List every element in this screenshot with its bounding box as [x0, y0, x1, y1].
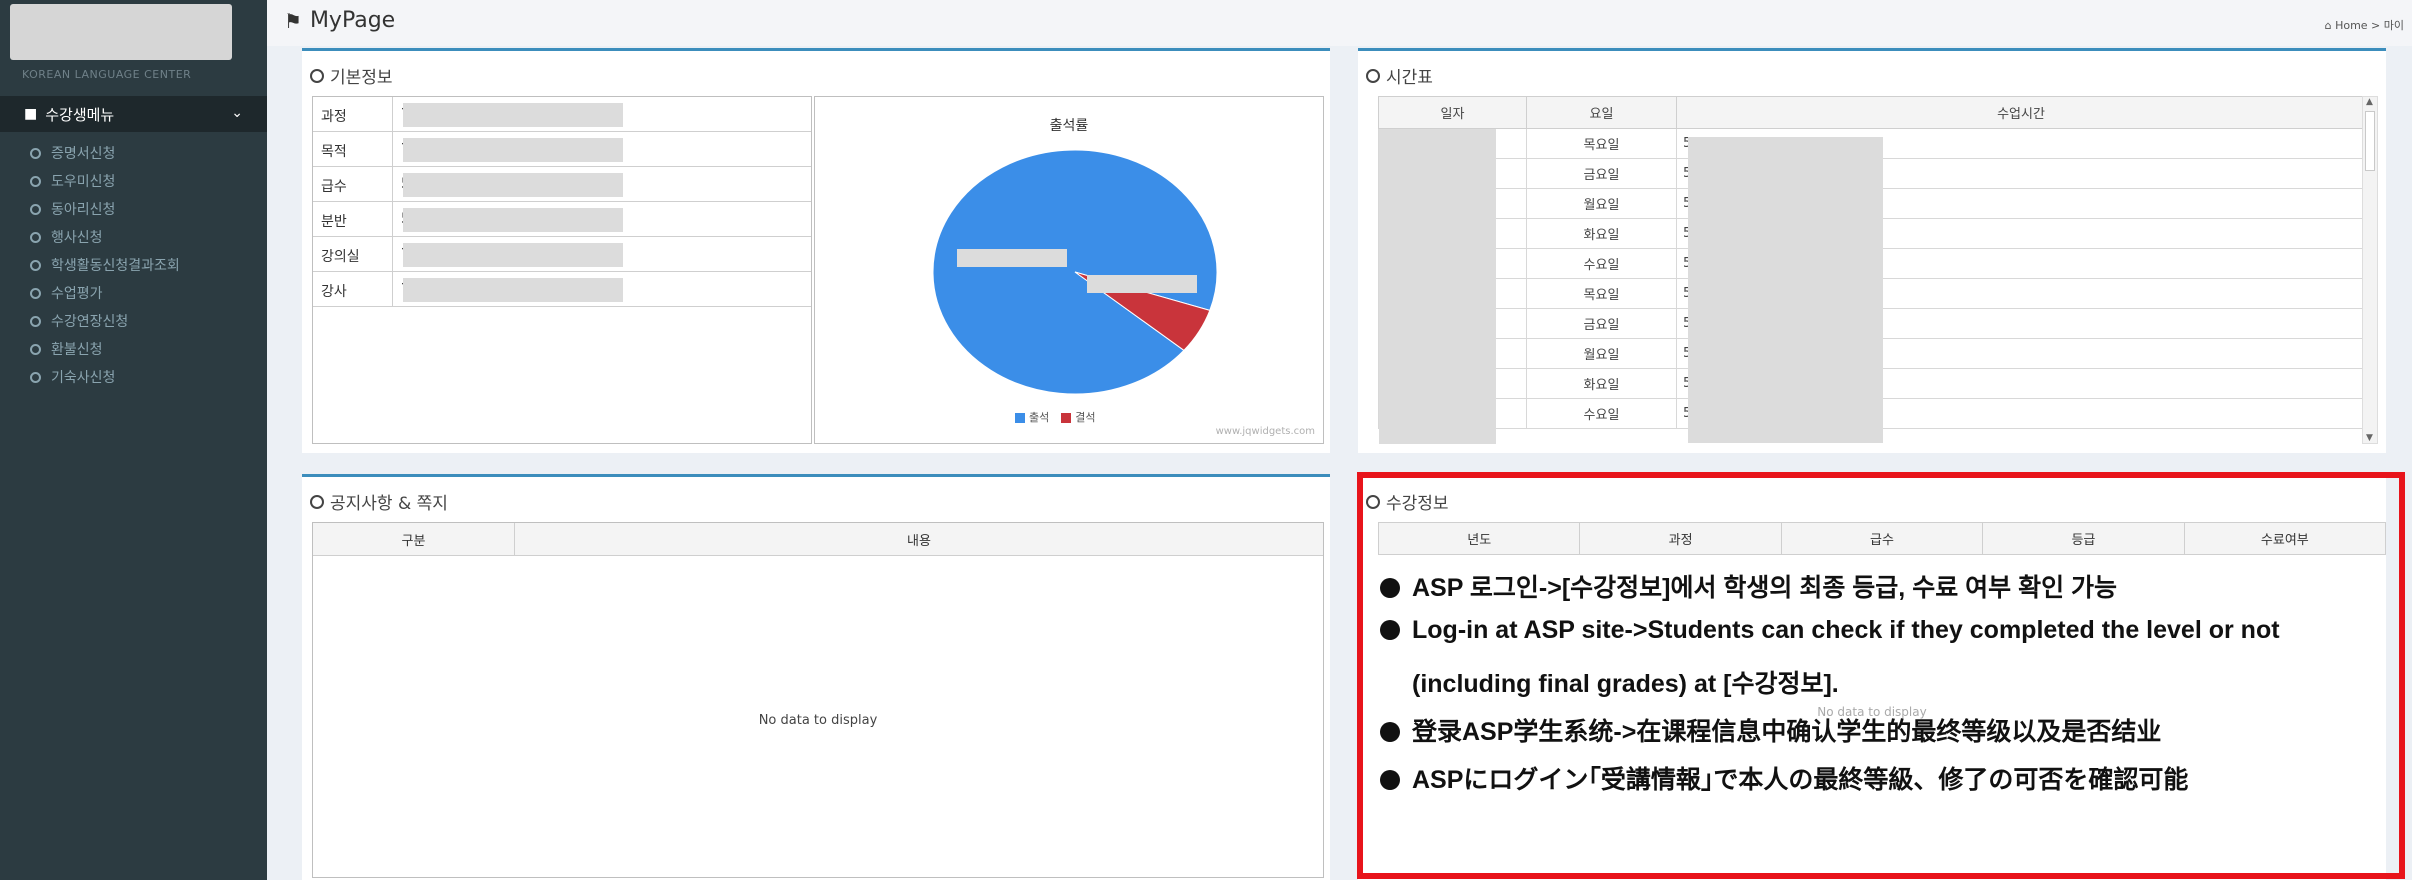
redacted-data-label — [1087, 275, 1197, 293]
sidebar: KOREAN LANGUAGE CENTER ■ 수강생메뉴 ⌄ 증명서신청 도… — [0, 0, 267, 880]
sidebar-item-dormitory[interactable]: 기숙사신청 — [0, 363, 267, 391]
redacted-block — [403, 208, 623, 232]
redacted-dates — [1379, 129, 1496, 444]
home-icon: ⌂ — [2324, 19, 2336, 32]
col-header-time[interactable]: 수업시간 — [1676, 96, 2366, 129]
info-row-class: 분반5 — [313, 202, 811, 237]
redacted-block — [403, 138, 623, 162]
circle-icon — [30, 259, 41, 271]
empty-message: No data to display — [758, 713, 878, 728]
circle-icon — [1366, 68, 1380, 83]
sidebar-item-club[interactable]: 동아리신청 — [0, 195, 267, 223]
circle-icon — [30, 175, 41, 187]
circle-icon — [30, 287, 41, 299]
sidebar-item-activity-result[interactable]: 학생활동신청결과조회 — [0, 251, 267, 279]
basic-info-title: 기본정보 — [310, 63, 393, 88]
basic-info-table: 과정? 목적? 급수5 분반5 강의실? 강사? — [312, 96, 812, 444]
page-header — [267, 0, 2412, 46]
annotation-english-cont: (including final grades) at [수강정보]. — [1412, 670, 1839, 698]
info-row-teacher: 강사? — [313, 272, 811, 307]
annotation-english: Log-in at ASP site->Students can check i… — [1380, 616, 2280, 645]
redacted-data-label — [957, 249, 1067, 267]
timetable-title: 시간표 — [1366, 63, 1433, 88]
center-label: KOREAN LANGUAGE CENTER — [22, 68, 192, 81]
student-menu-toggle[interactable]: ■ 수강생메뉴 ⌄ — [0, 96, 267, 132]
bullet-icon — [1380, 722, 1400, 742]
annotation-korean: ASP 로그인->[수강정보]에서 학생의 최종 등급, 수료 여부 확인 가능 — [1380, 568, 2117, 604]
legend-item-absent: 결석 — [1061, 409, 1096, 425]
circle-icon — [310, 494, 324, 509]
circle-icon — [310, 68, 324, 83]
info-row-classroom: 강의실? — [313, 237, 811, 272]
bullet-icon — [1380, 578, 1400, 598]
col-header-content[interactable]: 내용 — [515, 523, 1323, 555]
sidebar-item-evaluation[interactable]: 수업평가 — [0, 279, 267, 307]
sidebar-item-event[interactable]: 행사신청 — [0, 223, 267, 251]
chevron-down-icon: ⌄ — [231, 105, 243, 121]
circle-icon — [30, 203, 41, 215]
circle-icon — [30, 315, 41, 327]
student-menu-label: 수강생메뉴 — [45, 105, 115, 124]
redacted-block — [403, 243, 623, 267]
circle-icon — [30, 147, 41, 159]
annotation-japanese: ASPにログイン｢受講情報｣で本人の最終等級、修了の可否を確認可能 — [1380, 760, 2188, 796]
scroll-down-icon[interactable]: ▼ — [2366, 433, 2373, 443]
scroll-up-icon[interactable]: ▲ — [2366, 97, 2373, 107]
sidebar-item-extension[interactable]: 수강연장신청 — [0, 307, 267, 335]
redacted-times — [1688, 137, 1883, 443]
chart-watermark: www.jqwidgets.com — [1215, 426, 1315, 437]
tags-icon: ⚑ — [284, 8, 302, 33]
timetable-panel: 시간표 일자 요일 수업시간 목요일5.금요일5.월요일5.화요일5.수요일5.… — [1358, 48, 2386, 453]
book-icon: ■ — [24, 106, 38, 122]
redacted-block — [403, 173, 623, 197]
redacted-block — [403, 278, 623, 302]
col-header-category[interactable]: 구분 — [313, 523, 515, 555]
basic-info-panel: 기본정보 과정? 목적? 급수5 분반5 강의실? 강사? 출석률 출석 결석 … — [302, 48, 1330, 453]
notice-title: 공지사항 & 쪽지 — [310, 489, 448, 514]
info-row-course: 과정? — [313, 97, 811, 132]
col-header-date[interactable]: 일자 — [1378, 96, 1527, 129]
logo[interactable] — [10, 4, 232, 60]
breadcrumb[interactable]: ⌂ Home > 마이 — [2325, 17, 2404, 33]
sidebar-item-certificate[interactable]: 증명서신청 — [0, 139, 267, 167]
sidebar-item-refund[interactable]: 환불신청 — [0, 335, 267, 363]
scrollbar[interactable]: ▲ ▼ — [2362, 96, 2378, 444]
redacted-block — [403, 103, 623, 127]
annotation-chinese: 登录ASP学生系统->在课程信息中确认学生的最终等级以及是否结业 — [1380, 712, 2161, 748]
sidebar-item-helper[interactable]: 도우미신청 — [0, 167, 267, 195]
chart-legend: 출석 결석 — [1015, 409, 1096, 425]
sidebar-menu-list: 증명서신청 도우미신청 동아리신청 행사신청 학생활동신청결과조회 수업평가 수… — [0, 139, 267, 391]
bullet-icon — [1380, 770, 1400, 790]
info-row-purpose: 목적? — [313, 132, 811, 167]
legend-item-attend: 출석 — [1015, 409, 1049, 425]
col-header-weekday[interactable]: 요일 — [1526, 96, 1677, 129]
scroll-thumb[interactable] — [2365, 111, 2375, 171]
circle-icon — [30, 371, 41, 383]
bullet-icon — [1380, 620, 1400, 640]
pie-chart — [932, 149, 1218, 395]
attendance-chart: 출석률 출석 결석 www.jqwidgets.com — [814, 96, 1324, 444]
notice-panel: 공지사항 & 쪽지 구분 내용 No data to display — [302, 474, 1330, 880]
circle-icon — [30, 231, 41, 243]
notice-table: 구분 내용 No data to display — [312, 522, 1324, 878]
info-row-level: 급수5 — [313, 167, 811, 202]
circle-icon — [30, 343, 41, 355]
page-title: ⚑ MyPage — [284, 8, 396, 33]
